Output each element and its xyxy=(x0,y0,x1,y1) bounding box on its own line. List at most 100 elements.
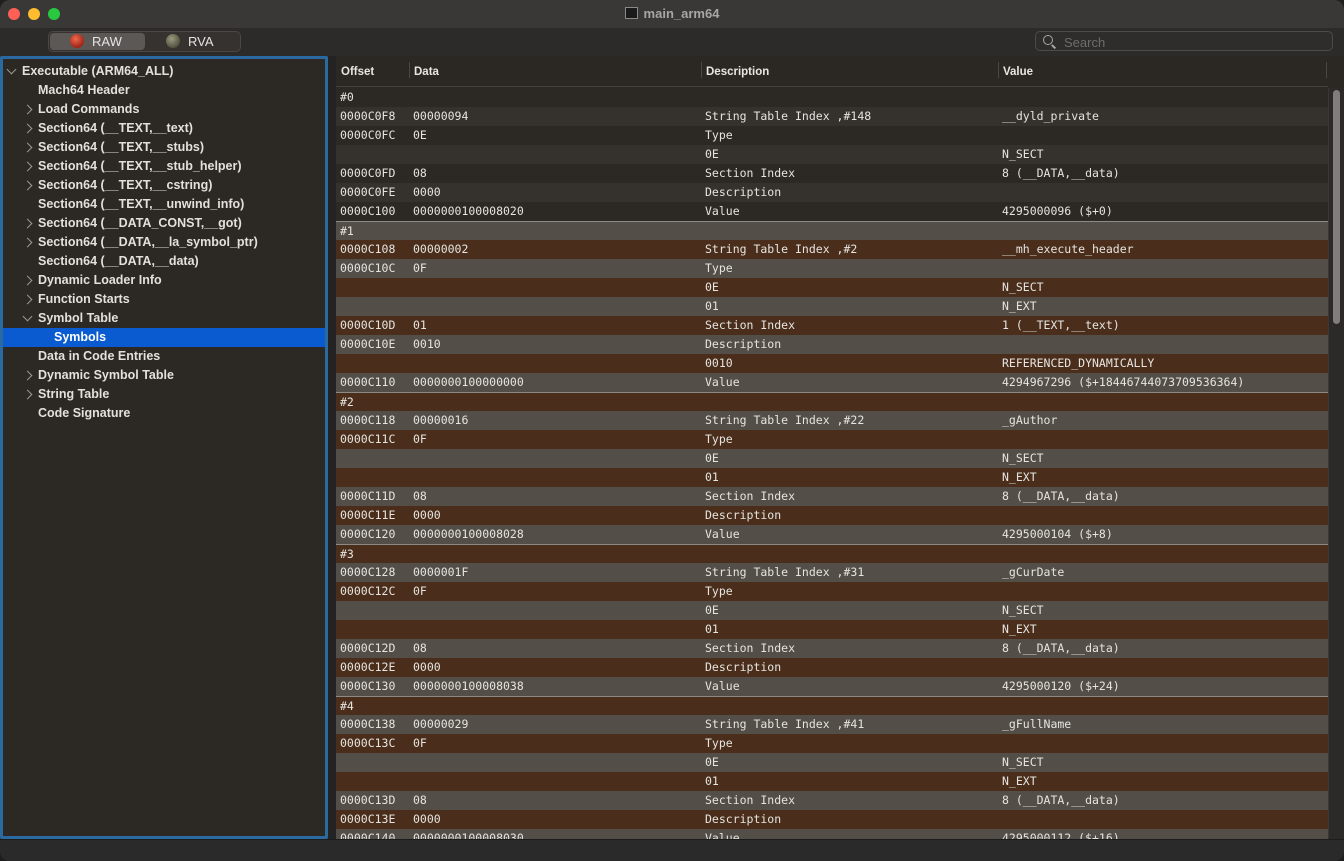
sidebar-item[interactable]: Section64 (__TEXT,__stubs) xyxy=(3,138,325,157)
table-row[interactable]: 0000C11E 0000 Description xyxy=(336,506,1328,525)
table-row[interactable]: 0000C12C 0F Type xyxy=(336,582,1328,601)
table-row[interactable]: 0E N_SECT xyxy=(336,278,1328,297)
offset-cell: 0000C130 xyxy=(340,679,396,693)
table-row[interactable]: 0000C11C 0F Type xyxy=(336,430,1328,449)
sidebar-item[interactable]: Section64 (__DATA,__data) xyxy=(3,252,325,271)
table-row[interactable]: 0000C0FE 0000 Description xyxy=(336,183,1328,202)
sidebar-item[interactable]: Section64 (__TEXT,__text) xyxy=(3,119,325,138)
value-cell: 4295000112 ($+16) xyxy=(1002,831,1120,839)
sidebar-item-label: Symbols xyxy=(54,330,107,344)
table-row[interactable]: 01 N_EXT xyxy=(336,468,1328,487)
description-cell: 0010 xyxy=(705,356,733,370)
sidebar-item[interactable]: Section64 (__DATA,__la_symbol_ptr) xyxy=(3,233,325,252)
data-cell: 0010 xyxy=(413,337,441,351)
table-row[interactable]: 0000C0FC 0E Type xyxy=(336,126,1328,145)
sidebar-item[interactable]: Section64 (__TEXT,__cstring) xyxy=(3,176,325,195)
chevron-right-icon[interactable] xyxy=(22,218,33,229)
table-row[interactable]: 0E N_SECT xyxy=(336,449,1328,468)
value-cell: 8 (__DATA,__data) xyxy=(1002,793,1120,807)
table-row[interactable]: 01 N_EXT xyxy=(336,772,1328,791)
column-header-offset[interactable]: Offset xyxy=(341,66,374,78)
sidebar-item[interactable]: Executable (ARM64_ALL) xyxy=(3,62,325,81)
chevron-right-icon[interactable] xyxy=(22,142,33,153)
data-cell: 0000000100000000 xyxy=(413,375,524,389)
chevron-right-icon[interactable] xyxy=(22,294,33,305)
sidebar-item[interactable]: Section64 (__TEXT,__stub_helper) xyxy=(3,157,325,176)
sidebar-item-label: Section64 (__TEXT,__stubs) xyxy=(38,140,205,154)
column-separator[interactable] xyxy=(998,62,999,78)
sidebar-item[interactable]: Data in Code Entries xyxy=(3,347,325,366)
table-row[interactable]: 0000C128 0000001F String Table Index ,#31 _… xyxy=(336,563,1328,582)
column-separator[interactable] xyxy=(701,62,702,78)
rva-mode-button[interactable]: RVA xyxy=(146,33,240,50)
raw-mode-button[interactable]: RAW xyxy=(50,33,145,50)
value-cell: N_SECT xyxy=(1002,451,1044,465)
column-header-data[interactable]: Data xyxy=(414,66,439,78)
chevron-right-icon[interactable] xyxy=(22,180,33,191)
table-row[interactable]: 0000C130 0000000100008038 Value 4295000120 … xyxy=(336,677,1328,696)
table-row[interactable]: 01 N_EXT xyxy=(336,297,1328,316)
table-row[interactable]: 0000C12E 0000 Description xyxy=(336,658,1328,677)
chevron-right-icon[interactable] xyxy=(22,275,33,286)
table-row[interactable]: 0000C10C 0F Type xyxy=(336,259,1328,278)
table-row[interactable]: 0000C0F8 00000094 String Table Index ,#148… xyxy=(336,107,1328,126)
scrollbar-thumb[interactable] xyxy=(1333,90,1340,324)
chevron-right-icon[interactable] xyxy=(22,161,33,172)
table-row[interactable]: 0000C118 00000016 String Table Index ,#22 _… xyxy=(336,411,1328,430)
chevron-down-icon[interactable] xyxy=(22,311,33,322)
vertical-scrollbar[interactable] xyxy=(1328,88,1344,839)
sidebar-item[interactable]: Function Starts xyxy=(3,290,325,309)
table-row[interactable]: 0000C138 00000029 String Table Index ,#41 _… xyxy=(336,715,1328,734)
window-title: main_arm64 xyxy=(0,6,1344,21)
table-row[interactable]: 0E N_SECT xyxy=(336,753,1328,772)
sidebar-item[interactable]: Mach64 Header xyxy=(3,81,325,100)
symbol-group-row[interactable]: #3 xyxy=(336,544,1328,564)
description-cell: 01 xyxy=(705,622,719,636)
sidebar-item[interactable]: Dynamic Symbol Table xyxy=(3,366,325,385)
chevron-right-icon[interactable] xyxy=(22,104,33,115)
table-row[interactable]: 0000C0FD 08 Section Index 8 (__DATA,__data) xyxy=(336,164,1328,183)
chevron-right-icon[interactable] xyxy=(22,389,33,400)
sidebar-item[interactable]: Symbols xyxy=(3,328,325,347)
sidebar-item[interactable]: Symbol Table xyxy=(3,309,325,328)
description-cell: Section Index xyxy=(705,489,796,503)
offset-cell: 0000C11C xyxy=(340,432,396,446)
table-row[interactable]: 0000C120 0000000100008028 Value 4295000104 … xyxy=(336,525,1328,544)
table-row[interactable]: 0000C13D 08 Section Index 8 (__DATA,__data) xyxy=(336,791,1328,810)
table-row[interactable]: 0000C140 0000000100008030 Value 4295000112 … xyxy=(336,829,1328,839)
column-header-description[interactable]: Description xyxy=(706,66,769,78)
table-row[interactable]: 0000C110 0000000100000000 Value 4294967296 … xyxy=(336,373,1328,392)
split-view-divider[interactable] xyxy=(328,56,336,839)
sidebar-item[interactable]: Dynamic Loader Info xyxy=(3,271,325,290)
column-header-value[interactable]: Value xyxy=(1003,66,1033,78)
sidebar-item[interactable]: Section64 (__DATA_CONST,__got) xyxy=(3,214,325,233)
table-row[interactable]: 0000C13C 0F Type xyxy=(336,734,1328,753)
table-row[interactable]: 0000C108 00000002 String Table Index ,#2 __… xyxy=(336,240,1328,259)
table-row[interactable]: 0000C10E 0010 Description xyxy=(336,335,1328,354)
chevron-right-icon[interactable] xyxy=(22,370,33,381)
chevron-right-icon[interactable] xyxy=(22,237,33,248)
table-row[interactable]: 01 N_EXT xyxy=(336,620,1328,639)
table-row[interactable]: 0E N_SECT xyxy=(336,145,1328,164)
table-row[interactable]: 0000C100 0000000100008020 Value 4295000096 … xyxy=(336,202,1328,221)
table-row[interactable]: 0010 REFERENCED_DYNAMICALLY xyxy=(336,354,1328,373)
sidebar-item[interactable]: String Table xyxy=(3,385,325,404)
sidebar-item[interactable]: Code Signature xyxy=(3,404,325,423)
table-row[interactable]: 0000C11D 08 Section Index 8 (__DATA,__data) xyxy=(336,487,1328,506)
symbol-group-row[interactable]: #4 xyxy=(336,696,1328,716)
table-row[interactable]: 0000C10D 01 Section Index 1 (__TEXT,__text) xyxy=(336,316,1328,335)
column-separator[interactable] xyxy=(1326,62,1327,78)
symbol-group-row[interactable]: #0 xyxy=(336,88,1328,107)
sidebar-item[interactable]: Section64 (__TEXT,__unwind_info) xyxy=(3,195,325,214)
app-window: main_arm64 RAW RVA Executable (ARM64_ALL… xyxy=(0,0,1344,861)
symbol-group-row[interactable]: #2 xyxy=(336,392,1328,412)
table-row[interactable]: 0000C12D 08 Section Index 8 (__DATA,__data) xyxy=(336,639,1328,658)
table-row[interactable]: 0E N_SECT xyxy=(336,601,1328,620)
column-separator[interactable] xyxy=(409,62,410,78)
sidebar-item[interactable]: Load Commands xyxy=(3,100,325,119)
search-input[interactable] xyxy=(1062,33,1326,51)
chevron-right-icon[interactable] xyxy=(22,123,33,134)
symbol-group-row[interactable]: #1 xyxy=(336,221,1328,241)
chevron-down-icon[interactable] xyxy=(6,64,17,75)
table-row[interactable]: 0000C13E 0000 Description xyxy=(336,810,1328,829)
